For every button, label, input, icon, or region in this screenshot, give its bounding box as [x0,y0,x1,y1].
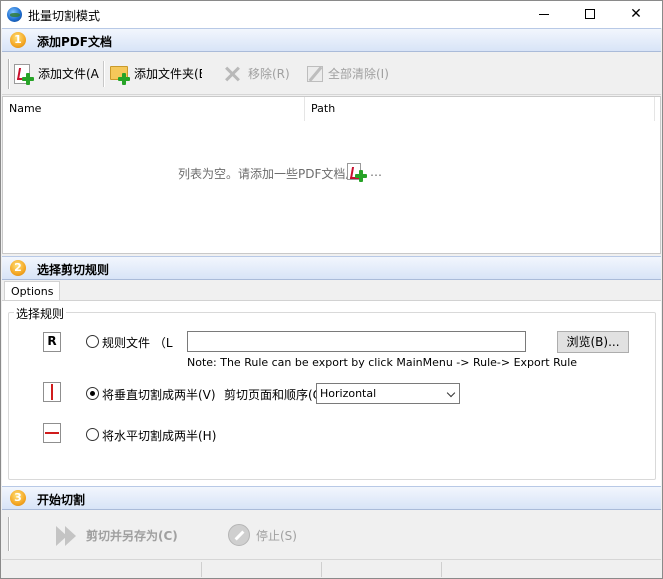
step2-header: 2 选择剪切规则 [2,256,661,280]
rule-group-title: 选择规则 [14,305,67,322]
app-globe-icon [7,7,22,22]
step1-title: 添加PDF文档 [37,35,112,49]
toolbar-grip[interactable] [8,59,10,89]
status-cell [202,562,322,577]
step2-title: 选择剪切规则 [37,263,110,277]
clear-all-label: 全部清除(I) [328,67,389,81]
step1-badge: 1 [10,32,26,48]
add-folder-button[interactable]: 添加文件夹(E [108,61,202,87]
close-icon: ✕ [630,6,642,22]
vertical-split-radio[interactable] [86,387,99,400]
horizontal-split-icon [43,423,61,443]
add-plus-icon [355,170,367,182]
stop-icon [228,524,250,546]
add-plus-icon [22,73,34,85]
title-bar: 批量切割模式 ✕ [1,1,662,28]
status-cell [322,562,442,577]
rule-file-icon: R [43,332,61,352]
empty-list-ellipsis: … [370,165,382,179]
column-header-path[interactable]: Path [305,97,655,121]
cut-order-select[interactable]: Horizontal [316,383,460,404]
chevron-down-icon [446,388,456,398]
cut-order-label: 剪切页面和顺序(O [224,388,323,402]
step3-title: 开始切割 [37,493,86,507]
rule-letter: R [47,334,57,348]
fast-forward-icon [56,526,78,546]
step3-badge: 3 [10,490,26,506]
tab-options[interactable]: Options [4,281,61,301]
rule-export-note: Note: The Rule can be export by click Ma… [187,356,578,369]
column-header-name[interactable]: Name [3,97,305,121]
cut-save-as-label: 剪切并另存为(C) [86,529,178,543]
run-toolbar: 剪切并另存为(C) 停止(S) [2,511,661,559]
vertical-split-icon [43,382,61,402]
toolbar-grip[interactable] [8,517,10,551]
status-cell [2,562,202,577]
step2-badge: 2 [10,260,26,276]
add-file-label: 添加文件(A [38,67,99,81]
options-tabs: Options [2,281,661,301]
remove-x-icon [224,66,240,82]
toolbar-separator [103,61,105,87]
window-title: 批量切割模式 [28,9,101,23]
add-folder-label: 添加文件夹(E [134,67,202,81]
batch-cut-window: 批量切割模式 ✕ 1 添加PDF文档 添加文件(A 添加文件夹(E 移除(R) … [0,0,663,579]
empty-list-message: 列表为空。请添加一些PDF文档用 [178,167,358,181]
step1-header: 1 添加PDF文档 [2,28,661,52]
stop-button[interactable]: 停止(S) [228,523,298,549]
rule-file-label: 规则文件 （L [102,336,173,350]
close-button[interactable]: ✕ [613,1,659,28]
browse-button[interactable]: 浏览(B)... [557,331,629,353]
step3-header: 3 开始切割 [2,486,661,510]
clear-all-icon [307,66,323,82]
cut-order-value: Horizontal [320,387,377,400]
horizontal-split-label: 将水平切割成两半(H) [102,429,217,443]
minimize-icon [539,14,549,15]
stop-label: 停止(S) [256,529,297,543]
add-file-button[interactable]: 添加文件(A [12,61,100,87]
pdf-file-list[interactable]: Name Path 列表为空。请添加一些PDF文档用 … [2,96,661,254]
horizontal-split-radio[interactable] [86,428,99,441]
rule-file-path-input[interactable] [187,331,526,352]
clear-all-button[interactable]: 全部清除(I) [304,61,394,87]
maximize-button[interactable] [567,1,613,28]
cut-save-as-button[interactable]: 剪切并另存为(C) [56,523,186,549]
add-plus-icon [118,73,130,85]
minimize-button[interactable] [521,1,567,28]
maximize-icon [585,9,595,19]
add-toolbar: 添加文件(A 添加文件夹(E 移除(R) 全部清除(I) [2,53,661,95]
status-bar [2,559,661,578]
remove-button[interactable]: 移除(R) [220,61,292,87]
vertical-split-label: 将垂直切割成两半(V) [102,388,216,402]
rule-file-radio[interactable] [86,335,99,348]
add-pdf-icon [347,163,369,183]
remove-label: 移除(R) [248,67,290,81]
